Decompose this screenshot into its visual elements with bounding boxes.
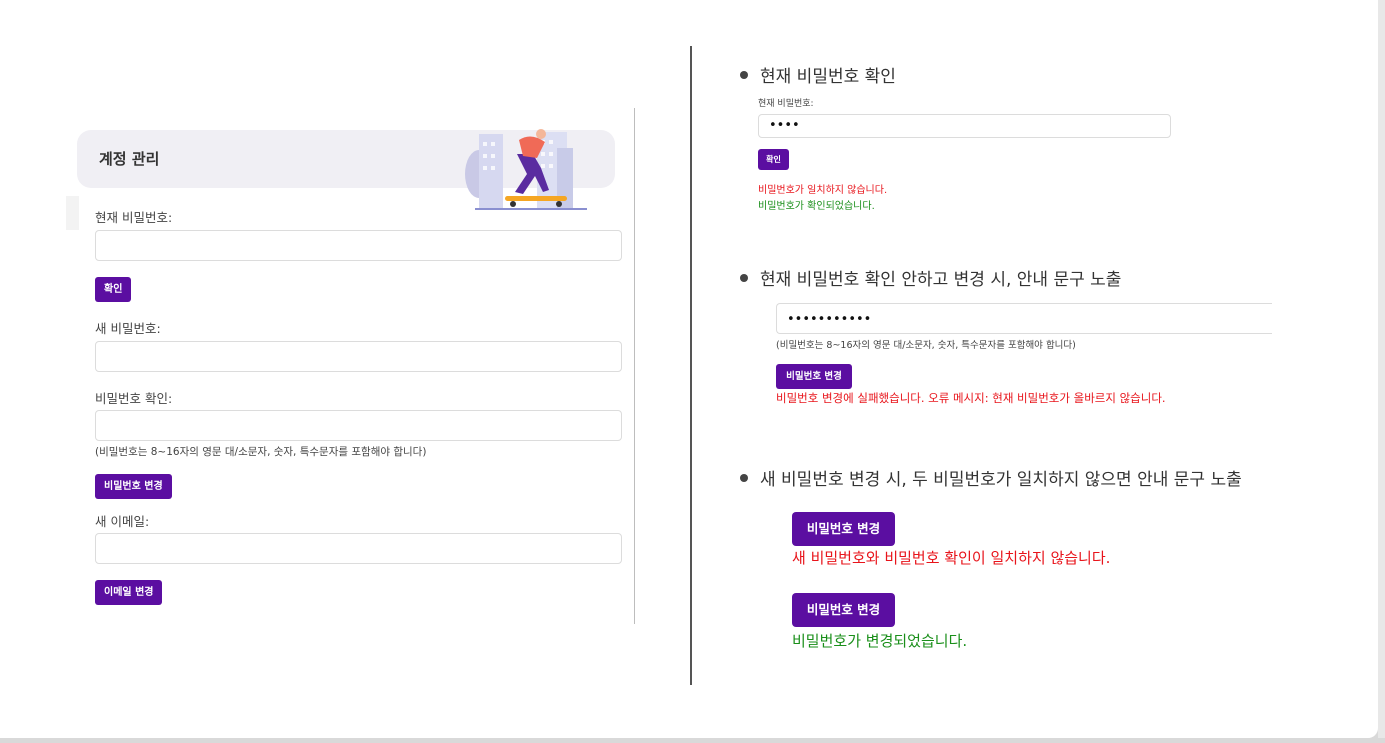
section1-confirm-button[interactable]: 확인: [758, 149, 789, 170]
section3-change-password-button-mismatch[interactable]: 비밀번호 변경: [792, 512, 895, 546]
page-title: 계정 관리: [99, 150, 160, 168]
account-header-card: 계정 관리: [77, 129, 615, 210]
section2-password-input[interactable]: •••••••••••: [776, 303, 1272, 334]
section1-error-message: 비밀번호가 일치하지 않습니다.: [758, 185, 888, 196]
section2-heading: 현재 비밀번호 확인 안하고 변경 시, 안내 문구 노출: [740, 265, 1121, 290]
section1-current-password-label: 현재 비밀번호:: [758, 99, 814, 109]
section2-error-message: 비밀번호 변경에 실패했습니다. 오류 메시지: 현재 비밀번호가 올바르지 않…: [776, 391, 1166, 405]
section3-heading: 새 비밀번호 변경 시, 두 비밀번호가 일치하지 않으면 안내 문구 노출: [740, 465, 1242, 490]
bullet-icon: [740, 473, 748, 482]
canvas: 계정 관리 현재 비밀번호: 확인 새 비밀번호: 비밀번호 확인: (비밀번호…: [0, 0, 1378, 738]
section1-title: 현재 비밀번호 확인: [760, 67, 896, 87]
section2-password-rule-hint: (비밀번호는 8~16자의 영문 대/소문자, 숫자, 특수문자를 포함해야 합…: [776, 340, 1076, 351]
scrollbar[interactable]: [1378, 0, 1385, 738]
account-management-panel: 계정 관리 현재 비밀번호: 확인 새 비밀번호: 비밀번호 확인: (비밀번호…: [66, 108, 636, 624]
bullet-icon: [740, 70, 748, 79]
section3-success-message: 비밀번호가 변경되었습니다.: [792, 632, 968, 650]
change-email-button[interactable]: 이메일 변경: [95, 580, 163, 605]
side-stub: [66, 196, 79, 230]
section1-heading: 현재 비밀번호 확인: [740, 62, 896, 87]
new-password-label: 새 비밀번호:: [95, 321, 161, 336]
section3-mismatch-error-message: 새 비밀번호와 비밀번호 확인이 일치하지 않습니다.: [792, 549, 1111, 567]
section3-change-password-button-success[interactable]: 비밀번호 변경: [792, 593, 895, 627]
current-password-label: 현재 비밀번호:: [95, 210, 173, 225]
bullet-icon: [740, 273, 748, 282]
password-rule-hint: (비밀번호는 8~16자의 영문 대/소문자, 숫자, 특수문자를 포함해야 합…: [95, 446, 427, 458]
current-password-input[interactable]: [95, 230, 622, 261]
panel-border: [634, 108, 635, 624]
confirm-button[interactable]: 확인: [95, 277, 132, 302]
vertical-divider: [690, 46, 692, 685]
password-confirm-input[interactable]: [95, 410, 622, 441]
password-confirm-label: 비밀번호 확인:: [95, 391, 173, 406]
new-password-input[interactable]: [95, 341, 622, 372]
new-email-input[interactable]: [95, 533, 622, 564]
section1-success-message: 비밀번호가 확인되었습니다.: [758, 201, 875, 212]
skateboarder-illustration: [465, 129, 587, 210]
section2-change-password-button[interactable]: 비밀번호 변경: [776, 364, 852, 389]
section1-password-input[interactable]: ••••: [758, 114, 1171, 138]
change-password-button[interactable]: 비밀번호 변경: [95, 474, 172, 499]
section3-title: 새 비밀번호 변경 시, 두 비밀번호가 일치하지 않으면 안내 문구 노출: [760, 470, 1242, 490]
new-email-label: 새 이메일:: [95, 514, 150, 529]
section2-title: 현재 비밀번호 확인 안하고 변경 시, 안내 문구 노출: [760, 270, 1122, 290]
